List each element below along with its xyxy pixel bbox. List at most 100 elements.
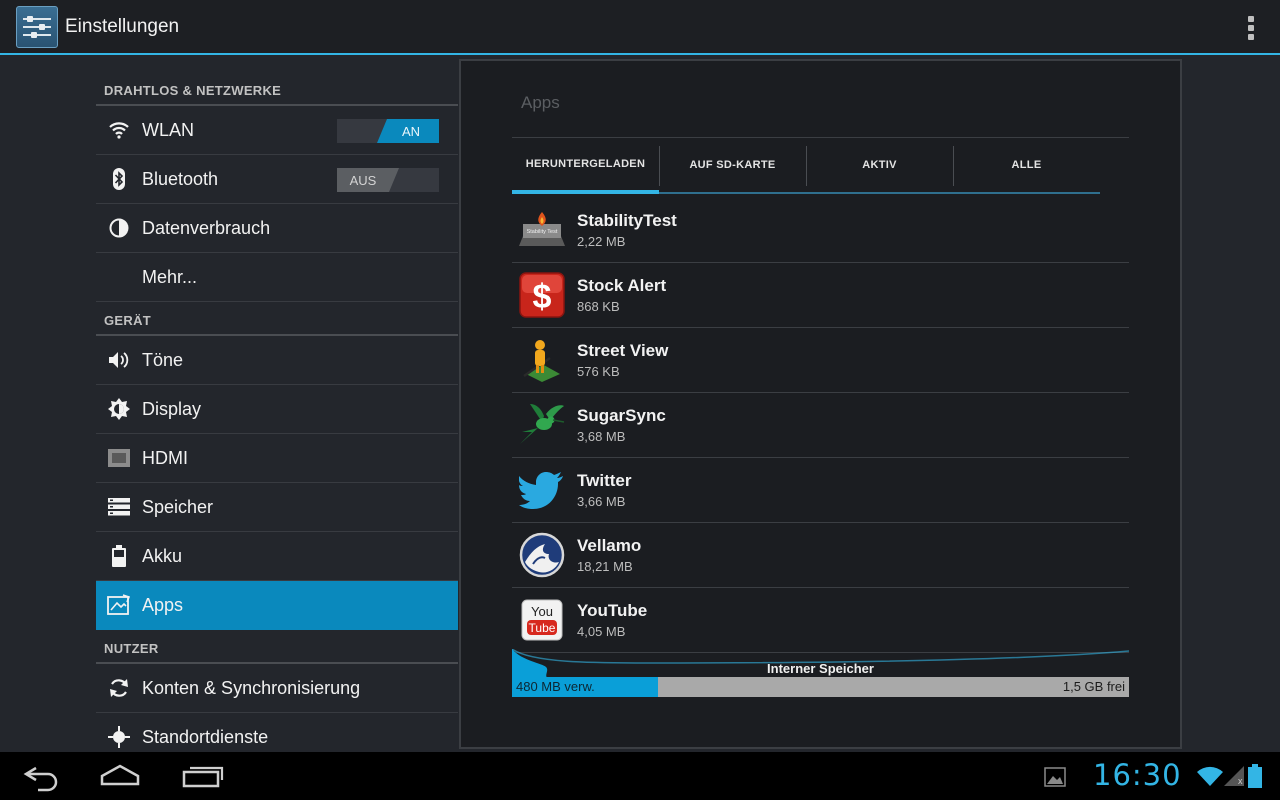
sidebar-item-more[interactable]: Mehr... [96, 253, 458, 302]
app-text: StabilityTest 2,22 MB [577, 211, 677, 249]
sidebar-item-label: Bluetooth [142, 168, 219, 189]
sugarsync-hummingbird-icon [518, 401, 566, 449]
app-name: SugarSync [577, 406, 666, 425]
sidebar-item-label: HDMI [142, 447, 188, 468]
recent-apps-icon[interactable] [172, 760, 232, 792]
app-name: Stock Alert [577, 276, 667, 295]
list-item-street-view[interactable]: Street View 576 KB [512, 328, 1129, 393]
speaker-icon [96, 336, 142, 385]
stabilitytest-icon-text: Stability Test [527, 229, 558, 235]
app-size: 3,66 MB [577, 494, 626, 509]
sidebar-item-label: Standortdienste [142, 726, 269, 747]
tab-running[interactable]: AKTIV [806, 138, 953, 194]
sidebar-item-label: Speicher [142, 496, 214, 517]
hdmi-icon [96, 434, 142, 483]
storage-free: 1,5 GB frei [658, 677, 1129, 697]
list-item-twitter[interactable]: Twitter 3,66 MB [512, 458, 1129, 523]
app-text: Twitter 3,66 MB [577, 471, 631, 509]
sidebar-item-bluetooth[interactable]: Bluetooth AUS [96, 155, 458, 204]
storage-used: 480 MB verw. [512, 677, 658, 697]
settings-list: DRAHTLOS & NETZWERKE WLAN AN Bluetooth A… [96, 86, 458, 752]
battery-icon [96, 532, 142, 581]
pane-title: Apps [521, 93, 560, 112]
page-title: Einstellungen [65, 15, 180, 37]
app-text: Stock Alert 868 KB [577, 276, 666, 314]
sidebar-item-label: WLAN [142, 119, 195, 140]
bluetooth-icon [96, 155, 142, 204]
app-list: Stability Test StabilityTest 2,22 MB $ S… [512, 198, 1129, 653]
sidebar-item-label: Akku [142, 545, 183, 566]
section-header-wireless: DRAHTLOS & NETZWERKE [96, 86, 458, 106]
twitter-bird-icon [518, 466, 566, 514]
brightness-icon [96, 385, 142, 434]
app-name: Twitter [577, 471, 632, 490]
location-icon [96, 713, 142, 753]
screen: Einstellungen DRAHTLOS & NETZWERKE WLAN … [0, 0, 1280, 800]
empty-icon-slot [96, 253, 142, 302]
wifi-status-icon [1197, 766, 1223, 786]
sidebar-item-battery[interactable]: Akku [96, 532, 458, 581]
sidebar-item-hdmi[interactable]: HDMI [96, 434, 458, 483]
sidebar-item-accounts-sync[interactable]: Konten & Synchronisierung [96, 664, 458, 713]
sidebar-item-location[interactable]: Standortdienste [96, 713, 458, 752]
data-usage-icon [96, 204, 142, 253]
home-icon[interactable] [90, 760, 150, 792]
status-clock: 16:30 [1093, 758, 1182, 792]
overflow-menu-icon[interactable] [1248, 16, 1254, 40]
storage-usage-bar: Interner Speicher 480 MB verw. 1,5 GB fr… [512, 649, 1129, 697]
app-text: YouTube 4,05 MB [577, 601, 647, 639]
sidebar-item-label: Display [142, 398, 202, 419]
app-name: Street View [577, 341, 669, 360]
gallery-notification-icon[interactable] [1044, 767, 1066, 787]
wlan-toggle[interactable]: AN [337, 119, 439, 143]
system-nav-bar: 16:30 x [0, 752, 1280, 800]
app-size: 18,21 MB [577, 559, 633, 574]
sidebar-item-label: Apps [142, 594, 184, 615]
sync-icon [96, 664, 142, 713]
settings-sliders-icon[interactable] [16, 5, 58, 48]
sidebar-item-wlan[interactable]: WLAN AN [96, 106, 458, 155]
app-name: YouTube [577, 601, 648, 620]
app-name: Vellamo [577, 536, 642, 555]
youtube-icon-text-top: You [531, 604, 553, 619]
street-view-icon [518, 336, 566, 384]
sidebar-item-label: Konten & Synchronisierung [142, 677, 361, 698]
app-size: 4,05 MB [577, 624, 626, 639]
youtube-icon-text-bottom: Tube [529, 621, 556, 635]
sidebar-item-label: Töne [142, 349, 184, 370]
vellamo-icon [518, 531, 566, 579]
wifi-icon [96, 106, 142, 155]
storage-label: Interner Speicher [767, 661, 874, 676]
apps-tabs: HERUNTERGELADEN AUF SD-KARTE AKTIV ALLE [512, 137, 1129, 197]
youtube-icon: You Tube [518, 596, 566, 644]
list-item-sugarsync[interactable]: SugarSync 3,68 MB [512, 393, 1129, 458]
app-size: 576 KB [577, 364, 620, 379]
app-text: SugarSync 3,68 MB [577, 406, 666, 444]
tab-sd-card[interactable]: AUF SD-KARTE [659, 138, 806, 194]
bluetooth-toggle[interactable]: AUS [337, 168, 439, 192]
list-item-vellamo[interactable]: Vellamo 18,21 MB [512, 523, 1129, 588]
app-size: 3,68 MB [577, 429, 626, 444]
sidebar-item-label: Datenverbrauch [142, 217, 271, 238]
sidebar-item-sounds[interactable]: Töne [96, 336, 458, 385]
toggle-state-on: AN [377, 119, 439, 143]
sidebar-item-label: Mehr... [142, 266, 198, 287]
list-item-stock-alert[interactable]: $ Stock Alert 868 KB [512, 263, 1129, 328]
sidebar-item-display[interactable]: Display [96, 385, 458, 434]
svg-text:x: x [1238, 776, 1243, 786]
tab-downloaded[interactable]: HERUNTERGELADEN [512, 138, 659, 194]
sidebar-item-storage[interactable]: Speicher [96, 483, 458, 532]
sidebar-item-apps[interactable]: Apps [96, 581, 458, 630]
back-icon[interactable] [22, 760, 82, 792]
app-size: 2,22 MB [577, 234, 626, 249]
apps-icon [96, 581, 142, 630]
stabilitytest-icon: Stability Test [518, 206, 566, 254]
list-item-youtube[interactable]: You Tube YouTube 4,05 MB [512, 588, 1129, 653]
sidebar-item-data-usage[interactable]: Datenverbrauch [96, 204, 458, 253]
tab-all[interactable]: ALLE [953, 138, 1100, 194]
stock-alert-icon: $ [518, 271, 566, 319]
app-name: StabilityTest [577, 211, 677, 230]
storage-icon [96, 483, 142, 532]
toggle-state-off: AUS [337, 168, 399, 192]
list-item-stabilitytest[interactable]: Stability Test StabilityTest 2,22 MB [512, 198, 1129, 263]
